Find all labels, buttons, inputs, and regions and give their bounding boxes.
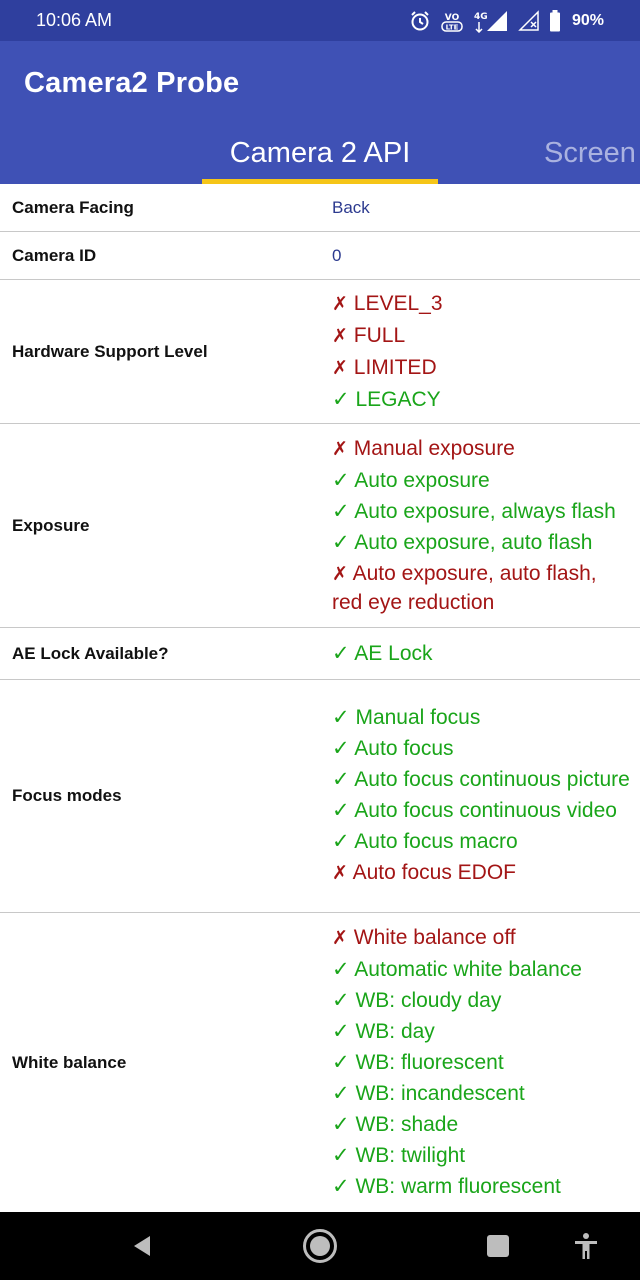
row-values: ✗ White balance off ✓ Automatic white ba… — [332, 921, 640, 1204]
capability-item: ✓ Auto focus — [332, 737, 454, 760]
capability-item: ✓ Auto focus continuous picture — [332, 768, 630, 791]
capability-item: ✓ WB: cloudy day — [332, 989, 502, 1012]
cross-icon: ✗ — [332, 928, 348, 949]
row-label: AE Lock Available? — [12, 643, 169, 663]
status-bar: 10:06 AM VO LTE 4G 90% — [0, 0, 640, 41]
check-icon: ✓ — [332, 1113, 350, 1136]
check-icon: ✓ — [332, 641, 350, 665]
check-icon: ✓ — [332, 830, 350, 853]
row-values: ✗ LEVEL_3 ✗ FULL ✗ LIMITED ✓ LEGACY — [332, 287, 640, 417]
system-nav-bar — [0, 1212, 640, 1280]
battery-icon — [549, 10, 561, 32]
capability-item: ✗ FULL — [332, 323, 406, 347]
tab-screen[interactable]: Screen — [544, 137, 636, 170]
battery-percent: 90% — [571, 12, 604, 29]
lte-signal-icon: 4G — [473, 9, 509, 33]
row-values: ✓ AE Lock — [332, 637, 640, 671]
alarm-icon — [409, 10, 431, 32]
row-label: Hardware Support Level — [12, 341, 208, 361]
home-icon — [303, 1229, 337, 1263]
capability-item: ✓ Auto exposure, auto flash — [332, 530, 593, 554]
recents-icon — [487, 1235, 509, 1257]
row-camera-id: Camera ID 0 — [0, 232, 640, 280]
row-exposure: Exposure ✗ Manual exposure ✓ Auto exposu… — [0, 424, 640, 628]
capability-item: ✓ WB: warm fluorescent — [332, 1175, 561, 1198]
capability-item: ✗ LIMITED — [332, 355, 437, 379]
app-bar: Camera2 Probe — [0, 41, 640, 127]
svg-text:4G: 4G — [474, 12, 488, 22]
row-values: ✗ Manual exposure ✓ Auto exposure ✓ Auto… — [332, 432, 640, 620]
check-icon: ✓ — [332, 768, 350, 791]
cross-icon: ✗ — [332, 357, 348, 379]
check-icon: ✓ — [332, 499, 350, 523]
accessibility-icon — [575, 1233, 597, 1259]
cross-icon: ✗ — [332, 863, 348, 884]
row-ae-lock: AE Lock Available? ✓ AE Lock — [0, 628, 640, 680]
cross-icon: ✗ — [332, 325, 348, 347]
tab-bar: Camera 2 API Screen — [0, 127, 640, 184]
capability-item: ✓ Automatic white balance — [332, 958, 582, 981]
check-icon: ✓ — [332, 799, 350, 822]
capability-item: ✗ Manual exposure — [332, 436, 515, 460]
capability-item: ✓ WB: day — [332, 1020, 435, 1043]
capability-item: ✗ White balance off — [332, 926, 516, 949]
volte-icon: VO LTE — [440, 9, 464, 33]
check-icon: ✓ — [332, 1020, 350, 1043]
capability-item: ✓ WB: twilight — [332, 1144, 466, 1167]
capability-item: ✓ Manual focus — [332, 706, 481, 729]
check-icon: ✓ — [332, 1144, 350, 1167]
row-label: Camera ID — [12, 245, 97, 265]
row-white-balance: White balance ✗ White balance off ✓ Auto… — [0, 913, 640, 1212]
capability-item: ✓ Auto exposure, always flash — [332, 499, 616, 523]
app-title: Camera2 Probe — [24, 67, 240, 99]
capability-item: ✓ Auto focus continuous video — [332, 799, 617, 822]
row-label: White balance — [12, 1052, 127, 1072]
check-icon: ✓ — [332, 989, 350, 1012]
capability-item: ✓ WB: fluorescent — [332, 1051, 504, 1074]
no-signal-icon — [518, 10, 540, 32]
row-values: ✓ Manual focus ✓ Auto focus ✓ Auto focus… — [332, 701, 640, 891]
svg-text:LTE: LTE — [446, 24, 459, 32]
status-icons: VO LTE 4G 90% — [409, 9, 604, 33]
cross-icon: ✗ — [332, 293, 348, 315]
check-icon: ✓ — [332, 737, 350, 760]
row-label: Exposure — [12, 515, 90, 535]
check-icon: ✓ — [332, 1051, 350, 1074]
recents-button[interactable] — [468, 1212, 528, 1280]
capability-item: ✗ LEVEL_3 — [332, 291, 443, 315]
row-label: Camera Facing — [12, 197, 134, 217]
check-icon: ✓ — [332, 1175, 350, 1198]
check-icon: ✓ — [332, 530, 350, 554]
check-icon: ✓ — [332, 706, 350, 729]
capability-item: ✓ WB: incandescent — [332, 1082, 525, 1105]
capability-item: ✓ Auto focus macro — [332, 830, 518, 853]
row-label: Focus modes — [12, 786, 122, 805]
capability-item: ✓ AE Lock — [332, 641, 433, 665]
capability-item: ✗ Auto focus EDOF — [332, 861, 517, 884]
back-button[interactable] — [112, 1212, 172, 1280]
camera-id-value: 0 — [332, 245, 342, 265]
capabilities-list[interactable]: Camera Facing Back Camera ID 0 Hardware … — [0, 184, 640, 1212]
check-icon: ✓ — [332, 1082, 350, 1105]
row-focus-modes: Focus modes ✓ Manual focus ✓ Auto focus … — [0, 680, 640, 913]
check-icon: ✓ — [332, 468, 350, 492]
check-icon: ✓ — [332, 387, 350, 411]
capability-item: ✓ Auto exposure — [332, 468, 490, 492]
capability-item: ✗ Auto exposure, auto flash, red eye red… — [332, 561, 597, 614]
row-camera-facing: Camera Facing Back — [0, 184, 640, 232]
row-hardware-support-level: Hardware Support Level ✗ LEVEL_3 ✗ FULL … — [0, 280, 640, 424]
capability-item: ✓ LEGACY — [332, 387, 441, 411]
accessibility-button[interactable] — [556, 1212, 616, 1280]
cross-icon: ✗ — [332, 438, 348, 460]
home-button[interactable] — [290, 1212, 350, 1280]
cross-icon: ✗ — [332, 563, 348, 585]
status-time: 10:06 AM — [36, 10, 113, 30]
capability-item: ✓ WB: shade — [332, 1113, 459, 1136]
back-icon — [134, 1236, 150, 1256]
check-icon: ✓ — [332, 958, 350, 981]
row-values: 0 — [332, 246, 640, 266]
camera-facing-value: Back — [332, 197, 370, 217]
tab-camera-2-api[interactable]: Camera 2 API — [202, 137, 438, 170]
row-values: Back — [332, 198, 640, 218]
